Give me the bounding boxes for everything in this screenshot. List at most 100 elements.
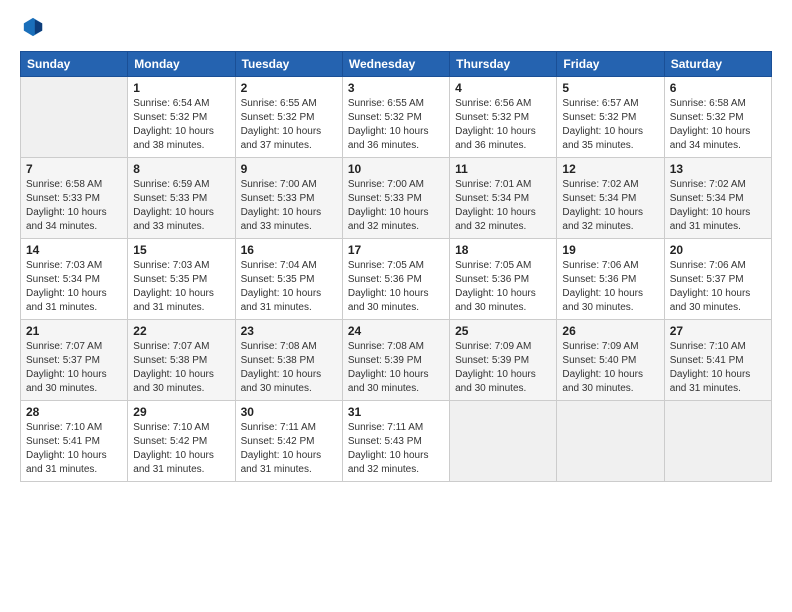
- calendar-header-row: SundayMondayTuesdayWednesdayThursdayFrid…: [21, 52, 772, 77]
- calendar-body: 1 Sunrise: 6:54 AM Sunset: 5:32 PM Daylig…: [21, 77, 772, 482]
- calendar-week-row: 7 Sunrise: 6:58 AM Sunset: 5:33 PM Daylig…: [21, 158, 772, 239]
- day-number: 7: [26, 162, 122, 176]
- day-number: 3: [348, 81, 444, 95]
- day-info: Sunrise: 7:00 AM Sunset: 5:33 PM Dayligh…: [348, 178, 444, 234]
- day-header-tuesday: Tuesday: [235, 52, 342, 77]
- day-info: Sunrise: 6:55 AM Sunset: 5:32 PM Dayligh…: [241, 97, 337, 153]
- calendar-cell: 4Sunrise: 6:56 AM Sunset: 5:32 PM Daylig…: [450, 77, 557, 158]
- day-info: Sunrise: 7:08 AM Sunset: 5:39 PM Dayligh…: [348, 340, 444, 396]
- day-header-wednesday: Wednesday: [342, 52, 449, 77]
- calendar-cell: 5Sunrise: 6:57 AM Sunset: 5:32 PM Daylig…: [557, 77, 664, 158]
- calendar-cell: [450, 401, 557, 482]
- day-number: 26: [562, 324, 658, 338]
- day-info: Sunrise: 7:09 AM Sunset: 5:39 PM Dayligh…: [455, 340, 551, 396]
- calendar-week-row: 28 Sunrise: 7:10 AM Sunset: 5:41 PM Dayli…: [21, 401, 772, 482]
- day-info: Sunrise: 7:09 AM Sunset: 5:40 PM Dayligh…: [562, 340, 658, 396]
- day-info: Sunrise: 7:02 AM Sunset: 5:34 PM Dayligh…: [562, 178, 658, 234]
- header: [20, 16, 772, 43]
- day-info: Sunrise: 7:07 AM Sunset: 5:37 PM Dayligh…: [26, 340, 122, 396]
- day-info: Sunrise: 7:05 AM Sunset: 5:36 PM Dayligh…: [455, 259, 551, 315]
- calendar-cell: 26 Sunrise: 7:09 AM Sunset: 5:40 PM Dayli…: [557, 320, 664, 401]
- day-number: 5: [562, 81, 658, 95]
- day-info: Sunrise: 7:00 AM Sunset: 5:33 PM Dayligh…: [241, 178, 337, 234]
- calendar-cell: 19 Sunrise: 7:06 AM Sunset: 5:36 PM Dayli…: [557, 239, 664, 320]
- calendar-cell: 7 Sunrise: 6:58 AM Sunset: 5:33 PM Daylig…: [21, 158, 128, 239]
- day-info: Sunrise: 7:11 AM Sunset: 5:43 PM Dayligh…: [348, 421, 444, 477]
- day-header-friday: Friday: [557, 52, 664, 77]
- calendar-cell: 28 Sunrise: 7:10 AM Sunset: 5:41 PM Dayli…: [21, 401, 128, 482]
- calendar-week-row: 21Sunrise: 7:07 AM Sunset: 5:37 PM Dayli…: [21, 320, 772, 401]
- calendar-cell: 11 Sunrise: 7:01 AM Sunset: 5:34 PM Dayli…: [450, 158, 557, 239]
- day-number: 6: [670, 81, 766, 95]
- day-info: Sunrise: 7:04 AM Sunset: 5:35 PM Dayligh…: [241, 259, 337, 315]
- day-info: Sunrise: 6:55 AM Sunset: 5:32 PM Dayligh…: [348, 97, 444, 153]
- day-number: 28: [26, 405, 122, 419]
- day-info: Sunrise: 7:01 AM Sunset: 5:34 PM Dayligh…: [455, 178, 551, 234]
- day-number: 16: [241, 243, 337, 257]
- day-number: 18: [455, 243, 551, 257]
- calendar-cell: 18 Sunrise: 7:05 AM Sunset: 5:36 PM Dayli…: [450, 239, 557, 320]
- day-number: 24: [348, 324, 444, 338]
- calendar-cell: 29 Sunrise: 7:10 AM Sunset: 5:42 PM Dayli…: [128, 401, 235, 482]
- day-info: Sunrise: 7:10 AM Sunset: 5:41 PM Dayligh…: [26, 421, 122, 477]
- day-number: 23: [241, 324, 337, 338]
- calendar-cell: 3 Sunrise: 6:55 AM Sunset: 5:32 PM Daylig…: [342, 77, 449, 158]
- calendar-table: SundayMondayTuesdayWednesdayThursdayFrid…: [20, 51, 772, 482]
- calendar-cell: 22Sunrise: 7:07 AM Sunset: 5:38 PM Dayli…: [128, 320, 235, 401]
- day-number: 1: [133, 81, 229, 95]
- day-info: Sunrise: 7:11 AM Sunset: 5:42 PM Dayligh…: [241, 421, 337, 477]
- calendar-cell: 15Sunrise: 7:03 AM Sunset: 5:35 PM Dayli…: [128, 239, 235, 320]
- day-header-thursday: Thursday: [450, 52, 557, 77]
- calendar-cell: 13Sunrise: 7:02 AM Sunset: 5:34 PM Dayli…: [664, 158, 771, 239]
- calendar-cell: 8 Sunrise: 6:59 AM Sunset: 5:33 PM Daylig…: [128, 158, 235, 239]
- logo: [20, 16, 44, 43]
- calendar-cell: [21, 77, 128, 158]
- day-number: 8: [133, 162, 229, 176]
- calendar-cell: 23 Sunrise: 7:08 AM Sunset: 5:38 PM Dayli…: [235, 320, 342, 401]
- day-info: Sunrise: 7:06 AM Sunset: 5:37 PM Dayligh…: [670, 259, 766, 315]
- day-info: Sunrise: 6:58 AM Sunset: 5:33 PM Dayligh…: [26, 178, 122, 234]
- day-info: Sunrise: 7:05 AM Sunset: 5:36 PM Dayligh…: [348, 259, 444, 315]
- day-info: Sunrise: 7:06 AM Sunset: 5:36 PM Dayligh…: [562, 259, 658, 315]
- calendar-cell: 24 Sunrise: 7:08 AM Sunset: 5:39 PM Dayli…: [342, 320, 449, 401]
- day-number: 12: [562, 162, 658, 176]
- calendar-week-row: 1 Sunrise: 6:54 AM Sunset: 5:32 PM Daylig…: [21, 77, 772, 158]
- day-info: Sunrise: 7:08 AM Sunset: 5:38 PM Dayligh…: [241, 340, 337, 396]
- day-number: 11: [455, 162, 551, 176]
- day-number: 9: [241, 162, 337, 176]
- day-info: Sunrise: 6:54 AM Sunset: 5:32 PM Dayligh…: [133, 97, 229, 153]
- day-number: 10: [348, 162, 444, 176]
- page: SundayMondayTuesdayWednesdayThursdayFrid…: [0, 0, 792, 612]
- calendar-cell: 20 Sunrise: 7:06 AM Sunset: 5:37 PM Dayli…: [664, 239, 771, 320]
- calendar-cell: [557, 401, 664, 482]
- calendar-cell: 2 Sunrise: 6:55 AM Sunset: 5:32 PM Daylig…: [235, 77, 342, 158]
- calendar-cell: 14 Sunrise: 7:03 AM Sunset: 5:34 PM Dayli…: [21, 239, 128, 320]
- day-number: 17: [348, 243, 444, 257]
- calendar-cell: 27 Sunrise: 7:10 AM Sunset: 5:41 PM Dayli…: [664, 320, 771, 401]
- calendar-cell: 31 Sunrise: 7:11 AM Sunset: 5:43 PM Dayli…: [342, 401, 449, 482]
- calendar-cell: 1 Sunrise: 6:54 AM Sunset: 5:32 PM Daylig…: [128, 77, 235, 158]
- day-info: Sunrise: 7:10 AM Sunset: 5:41 PM Dayligh…: [670, 340, 766, 396]
- day-header-sunday: Sunday: [21, 52, 128, 77]
- calendar-cell: 9 Sunrise: 7:00 AM Sunset: 5:33 PM Daylig…: [235, 158, 342, 239]
- day-info: Sunrise: 7:03 AM Sunset: 5:34 PM Dayligh…: [26, 259, 122, 315]
- day-info: Sunrise: 6:58 AM Sunset: 5:32 PM Dayligh…: [670, 97, 766, 153]
- calendar-cell: 10 Sunrise: 7:00 AM Sunset: 5:33 PM Dayli…: [342, 158, 449, 239]
- calendar-cell: 12 Sunrise: 7:02 AM Sunset: 5:34 PM Dayli…: [557, 158, 664, 239]
- day-number: 19: [562, 243, 658, 257]
- day-number: 2: [241, 81, 337, 95]
- day-header-saturday: Saturday: [664, 52, 771, 77]
- calendar-cell: 17 Sunrise: 7:05 AM Sunset: 5:36 PM Dayli…: [342, 239, 449, 320]
- logo-icon: [22, 16, 44, 38]
- calendar-week-row: 14 Sunrise: 7:03 AM Sunset: 5:34 PM Dayli…: [21, 239, 772, 320]
- day-number: 29: [133, 405, 229, 419]
- day-info: Sunrise: 6:59 AM Sunset: 5:33 PM Dayligh…: [133, 178, 229, 234]
- day-number: 20: [670, 243, 766, 257]
- day-number: 27: [670, 324, 766, 338]
- calendar-cell: 16 Sunrise: 7:04 AM Sunset: 5:35 PM Dayli…: [235, 239, 342, 320]
- day-info: Sunrise: 7:10 AM Sunset: 5:42 PM Dayligh…: [133, 421, 229, 477]
- day-info: Sunrise: 7:02 AM Sunset: 5:34 PM Dayligh…: [670, 178, 766, 234]
- day-number: 31: [348, 405, 444, 419]
- day-number: 14: [26, 243, 122, 257]
- calendar-cell: 25Sunrise: 7:09 AM Sunset: 5:39 PM Dayli…: [450, 320, 557, 401]
